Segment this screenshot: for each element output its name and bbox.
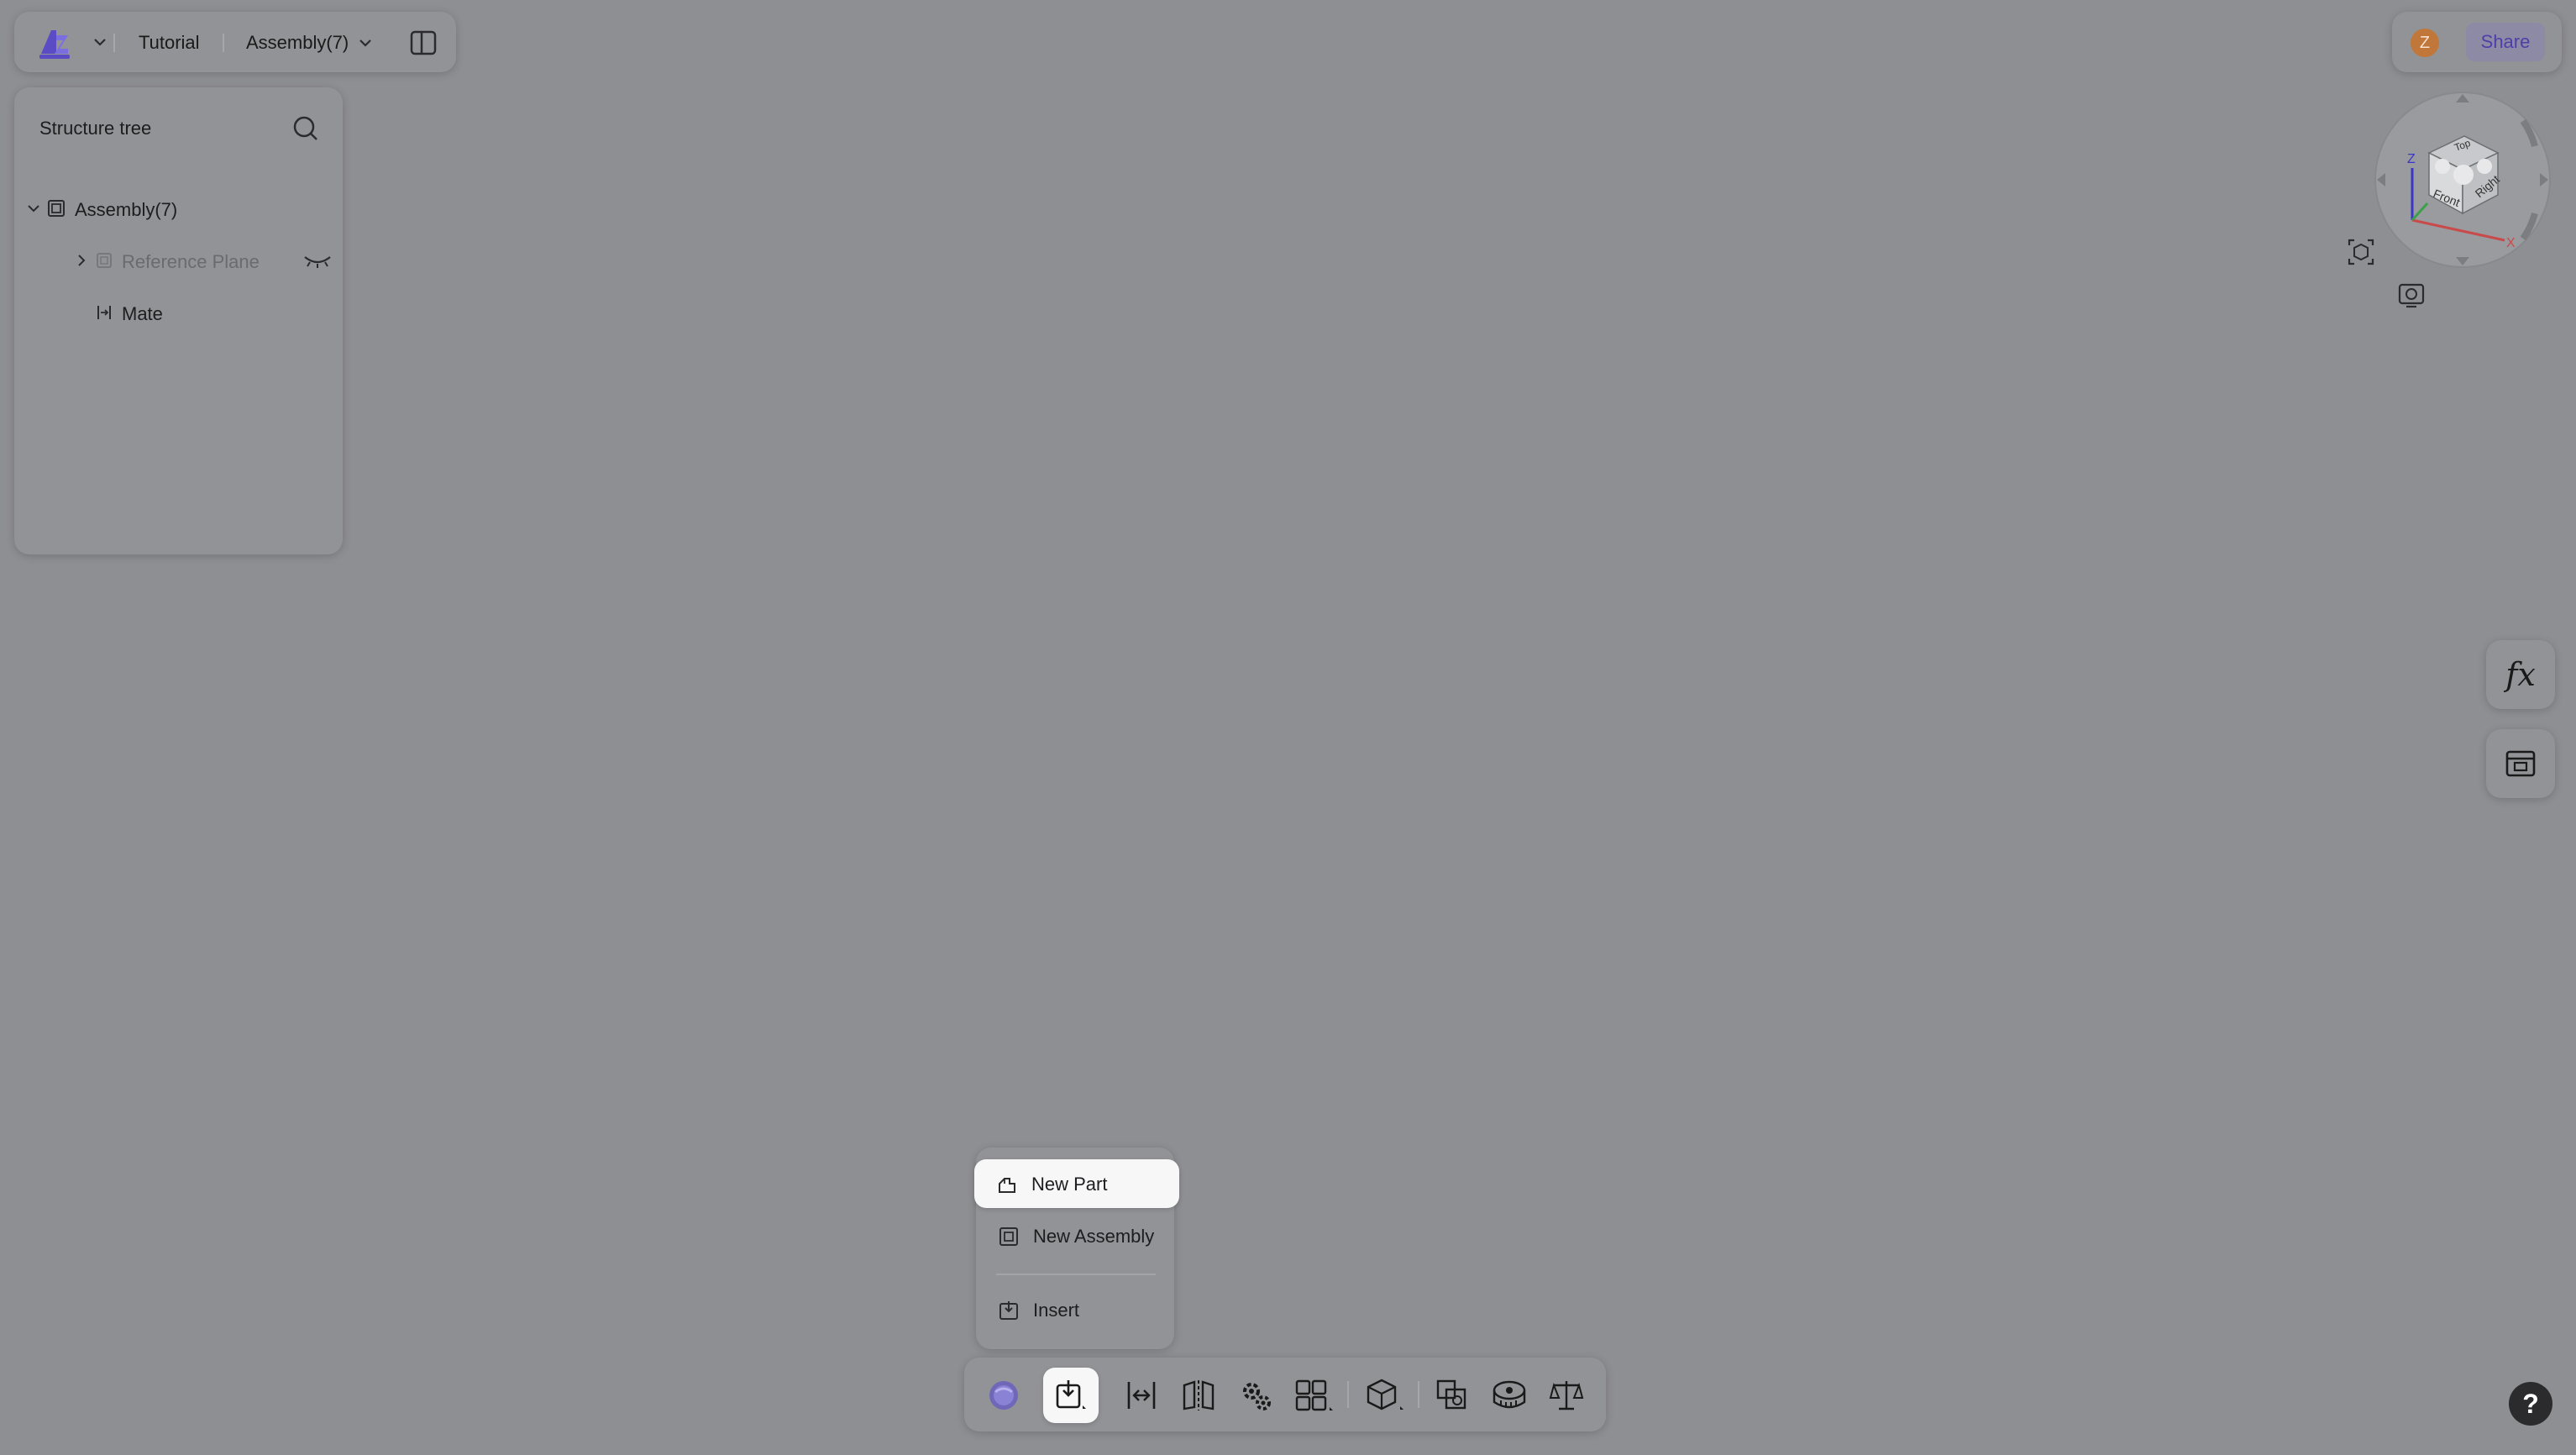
avatar[interactable]: Z bbox=[2411, 29, 2439, 57]
explode-view-button[interactable] bbox=[1357, 1368, 1413, 1423]
insert-component-button[interactable] bbox=[1043, 1368, 1099, 1423]
menu-item-label: New Assembly bbox=[1033, 1226, 1155, 1247]
menu-item-label: Insert bbox=[1033, 1300, 1080, 1321]
interference-check-icon bbox=[1435, 1378, 1470, 1413]
divider bbox=[1347, 1381, 1349, 1408]
tree-item-reference-plane[interactable]: Reference Plane bbox=[28, 244, 332, 277]
divider bbox=[113, 34, 115, 52]
chevron-down-icon[interactable] bbox=[93, 37, 107, 47]
help-button[interactable]: ? bbox=[2509, 1382, 2552, 1426]
gear-icon bbox=[1238, 1378, 1273, 1413]
tree-item-mate[interactable]: Mate bbox=[28, 296, 330, 329]
assembly-icon bbox=[46, 198, 66, 218]
tree-item-label: Assembly(7) bbox=[75, 199, 178, 220]
render-mode-icon[interactable] bbox=[2396, 281, 2426, 311]
axis-label-x: X bbox=[2506, 236, 2516, 250]
insert-dropdown-menu: New Part New Assembly Insert bbox=[974, 1148, 1179, 1349]
pattern-button[interactable] bbox=[1287, 1368, 1342, 1423]
balance-scale-icon bbox=[1549, 1378, 1584, 1413]
new-assembly-icon bbox=[998, 1226, 1020, 1248]
breadcrumb-tutorial[interactable]: Tutorial bbox=[139, 32, 200, 54]
mate-icon bbox=[95, 303, 113, 322]
gear-button[interactable] bbox=[1228, 1368, 1283, 1423]
tree-item-assembly[interactable]: Assembly(7) bbox=[28, 192, 330, 225]
top-bar: Tutorial Assembly(7) bbox=[14, 12, 456, 72]
table-button[interactable] bbox=[2486, 729, 2555, 798]
bottom-toolbar bbox=[964, 1358, 1606, 1431]
chevron-down-icon[interactable] bbox=[28, 203, 39, 213]
explode-view-icon bbox=[1365, 1378, 1405, 1413]
mass-properties-button[interactable] bbox=[1539, 1368, 1594, 1423]
tree-item-label: Mate bbox=[122, 303, 163, 324]
plane-icon bbox=[95, 251, 113, 270]
divider bbox=[223, 34, 224, 52]
sketch-orb-button[interactable] bbox=[976, 1368, 1031, 1423]
menu-item-label: New Part bbox=[1031, 1174, 1108, 1195]
panel-title: Structure tree bbox=[39, 118, 152, 139]
camera-fit-icon[interactable] bbox=[2346, 237, 2376, 267]
menu-divider bbox=[996, 1274, 1156, 1275]
insert-icon bbox=[998, 1300, 1020, 1321]
chevron-down-icon[interactable] bbox=[359, 38, 372, 48]
menu-item-new-part[interactable]: New Part bbox=[974, 1159, 1179, 1208]
toggle-panel-icon[interactable] bbox=[409, 29, 438, 57]
mirror-button[interactable] bbox=[1171, 1368, 1226, 1423]
mate-button[interactable] bbox=[1114, 1368, 1169, 1423]
hidden-eye-icon[interactable] bbox=[303, 254, 332, 269]
fx-icon: fx bbox=[2505, 656, 2536, 693]
menu-item-insert[interactable]: Insert bbox=[976, 1287, 1174, 1332]
measure-button[interactable] bbox=[1482, 1368, 1537, 1423]
axis-label-z: Z bbox=[2407, 152, 2416, 166]
interference-check-button[interactable] bbox=[1424, 1368, 1480, 1423]
share-button[interactable]: Share bbox=[2466, 23, 2545, 61]
formula-button[interactable]: fx bbox=[2486, 640, 2555, 709]
pattern-icon bbox=[1294, 1379, 1335, 1412]
breadcrumb-assembly[interactable]: Assembly(7) bbox=[246, 32, 349, 54]
search-icon[interactable] bbox=[291, 114, 320, 143]
mirror-icon bbox=[1181, 1379, 1216, 1412]
table-icon bbox=[2505, 749, 2537, 778]
share-panel: Z Share bbox=[2392, 12, 2562, 72]
view-cube[interactable]: Top Front Right Z X bbox=[2370, 87, 2555, 272]
tree-item-label: Reference Plane bbox=[122, 251, 260, 272]
app-logo-icon[interactable] bbox=[36, 24, 73, 60]
new-part-icon bbox=[996, 1174, 1018, 1195]
menu-item-new-assembly[interactable]: New Assembly bbox=[976, 1213, 1174, 1258]
chevron-right-icon[interactable] bbox=[76, 255, 87, 266]
sketch-orb-icon bbox=[987, 1379, 1020, 1412]
divider bbox=[1418, 1381, 1419, 1408]
mate-icon bbox=[1124, 1379, 1159, 1412]
measure-icon bbox=[1491, 1379, 1528, 1412]
structure-tree-panel: Structure tree Assembly(7) Reference Pla… bbox=[14, 87, 343, 554]
insert-component-icon bbox=[1052, 1377, 1089, 1414]
